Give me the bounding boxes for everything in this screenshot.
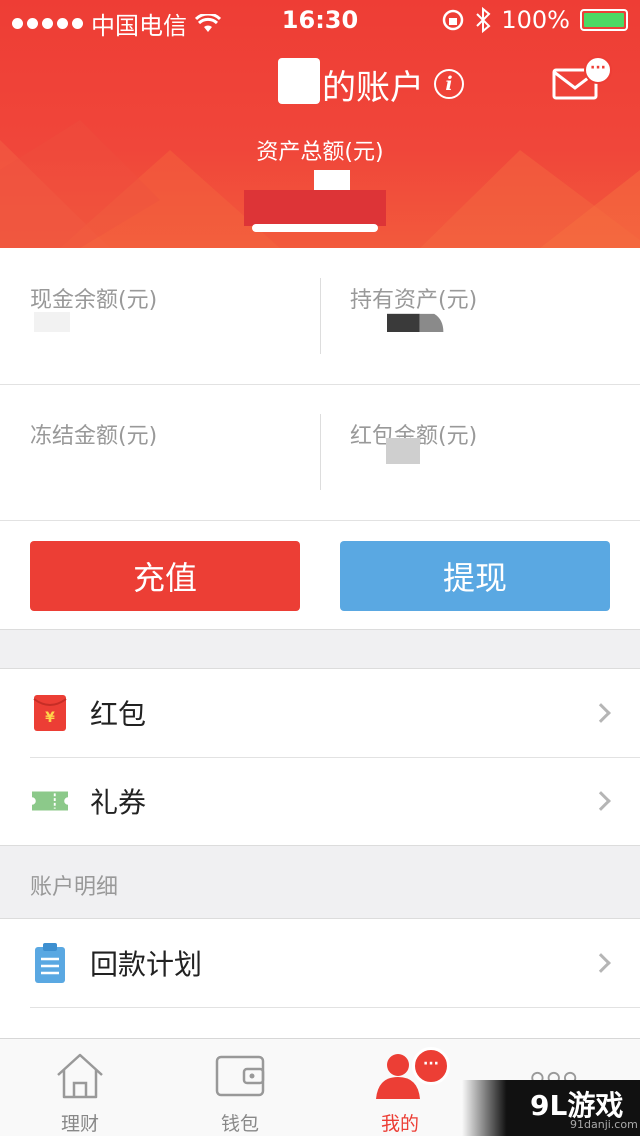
benefits-list: ¥ 红包 礼券 [0,668,640,846]
frozen-amount-label: 冻结金额(元) [30,424,158,449]
battery-percent: 100% [501,6,570,34]
account-title-text: 的账户 [322,67,424,108]
withdraw-button[interactable]: 提现 [340,541,610,611]
list-item-red-envelope[interactable]: ¥ 红包 [0,669,640,757]
redacted-cash-balance [34,312,70,332]
grid-divider [0,384,640,385]
held-assets-label: 持有资产(元) [350,288,478,313]
tab-label: 钱包 [220,1113,259,1135]
grid-divider [320,278,321,354]
cash-balance-label: 现金余额(元) [30,288,158,313]
watermark-url: 91danji.com [570,1118,638,1131]
ticket-icon [32,791,68,811]
account-details-section-title: 账户明细 [30,875,119,900]
home-icon [57,1053,103,1099]
tab-wallet[interactable]: 钱包 [160,1039,320,1136]
clipboard-icon [35,943,65,983]
chevron-right-icon [591,703,611,723]
list-item-label: 礼券 [90,786,147,819]
tab-label: 理财 [60,1113,99,1135]
svg-text:¥: ¥ [45,710,55,726]
list-item-label: 回款计划 [90,948,203,981]
tab-finance[interactable]: 理财 [0,1039,160,1136]
action-buttons: 充值 提现 [0,520,640,630]
info-icon[interactable]: i [434,69,464,99]
red-envelope-amount: 红包金额(元) [320,384,640,520]
tab-notification-badge: ··· [412,1047,450,1085]
battery-icon [580,9,628,31]
account-header: 中国电信 16:30 100% 的账户 i ··· 资产总额(元) [0,0,640,248]
list-item-ticket[interactable]: 礼券 [0,757,640,845]
account-details-list: 回款计划 [0,918,640,1065]
message-badge: ··· [584,56,612,84]
total-assets-label: 资产总额(元) [256,140,384,165]
redacted-held-assets [387,313,444,332]
tab-label: 我的 [380,1113,419,1135]
status-bar: 中国电信 16:30 100% [0,0,640,40]
redacted-username [278,58,320,104]
tab-mine[interactable]: ··· 我的 [320,1039,480,1136]
grid-divider [320,414,321,490]
orientation-lock-icon [443,9,464,31]
recharge-button[interactable]: 充值 [30,541,300,611]
list-item-repayment-plan[interactable]: 回款计划 [0,919,640,1007]
chevron-right-icon [591,791,611,811]
held-assets: 持有资产(元) [320,248,640,384]
frozen-amount: 冻结金额(元) [0,384,320,520]
list-item-label: 红包 [90,698,147,731]
redacted-red-envelope-amount [386,438,420,464]
cash-balance: 现金余额(元) [0,248,320,384]
account-title: 的账户 i [322,62,464,108]
wallet-icon [215,1055,265,1097]
balance-grid: 现金余额(元) 持有资产(元) 冻结金额(元) 红包金额(元) [0,248,640,520]
bluetooth-icon [476,7,491,33]
red-envelope-icon: ¥ [33,695,67,731]
redacted-total-assets [244,170,386,232]
chevron-right-icon [591,953,611,973]
